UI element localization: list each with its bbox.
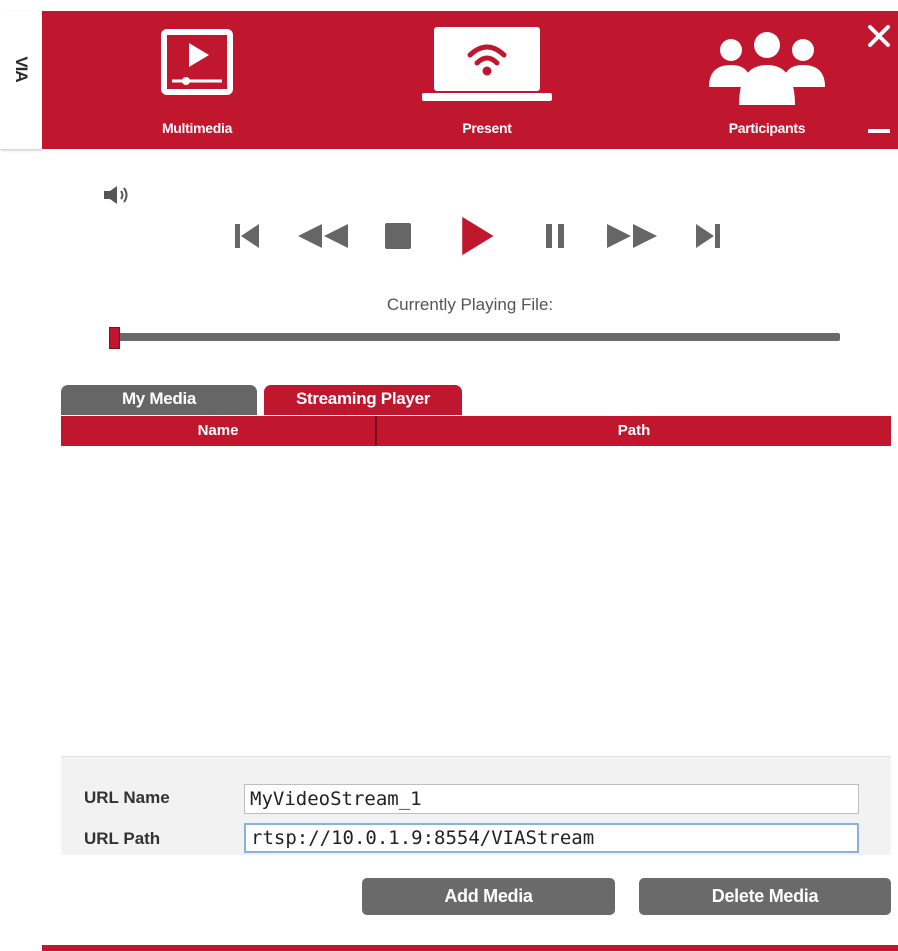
add-media-button[interactable]: Add Media (362, 878, 615, 915)
via-window: Multimedia Present Participants Currentl… (42, 11, 898, 951)
url-name-field[interactable] (244, 784, 859, 814)
wireless-laptop-icon (422, 27, 552, 101)
seek-handle[interactable] (109, 327, 120, 349)
via-side-tab[interactable]: VIA (0, 11, 43, 150)
video-screen-icon (161, 29, 233, 95)
seek-bar[interactable] (109, 327, 840, 349)
nav-participants-label: Participants (728, 120, 806, 136)
nav-multimedia-label: Multimedia (161, 120, 233, 136)
column-header-name[interactable]: Name (61, 416, 377, 446)
media-table-header: Name Path (61, 416, 891, 446)
nav-present-label: Present (462, 120, 512, 136)
stop-icon[interactable] (382, 216, 414, 256)
bottom-accent-bar (42, 945, 898, 951)
url-path-label: URL Path (84, 829, 161, 848)
volume-icon[interactable] (102, 184, 132, 206)
delete-media-button[interactable]: Delete Media (639, 878, 891, 915)
people-icon (709, 32, 825, 105)
skip-previous-icon[interactable] (233, 216, 261, 256)
via-logo: VIA (12, 56, 31, 82)
skip-next-icon[interactable] (694, 216, 722, 256)
column-header-path[interactable]: Path (377, 416, 891, 446)
nav-present[interactable]: Present (412, 11, 562, 149)
tab-streaming-player[interactable]: Streaming Player (264, 385, 462, 415)
play-icon[interactable] (454, 216, 500, 256)
minimize-icon[interactable] (866, 126, 892, 136)
url-form-panel: URL Name URL Path (61, 756, 891, 855)
url-name-label: URL Name (84, 788, 170, 807)
fast-forward-icon[interactable] (604, 216, 660, 256)
currently-playing-label: Currently Playing File: (386, 295, 554, 314)
nav-multimedia[interactable]: Multimedia (137, 11, 257, 149)
url-path-field[interactable] (244, 823, 859, 853)
header-bar: Multimedia Present Participants (42, 11, 898, 149)
rewind-icon[interactable] (295, 216, 351, 256)
media-table-body[interactable] (61, 446, 891, 753)
tab-my-media[interactable]: My Media (61, 385, 257, 415)
pause-icon[interactable] (542, 216, 570, 256)
close-icon[interactable] (866, 23, 892, 49)
nav-participants[interactable]: Participants (692, 11, 842, 149)
